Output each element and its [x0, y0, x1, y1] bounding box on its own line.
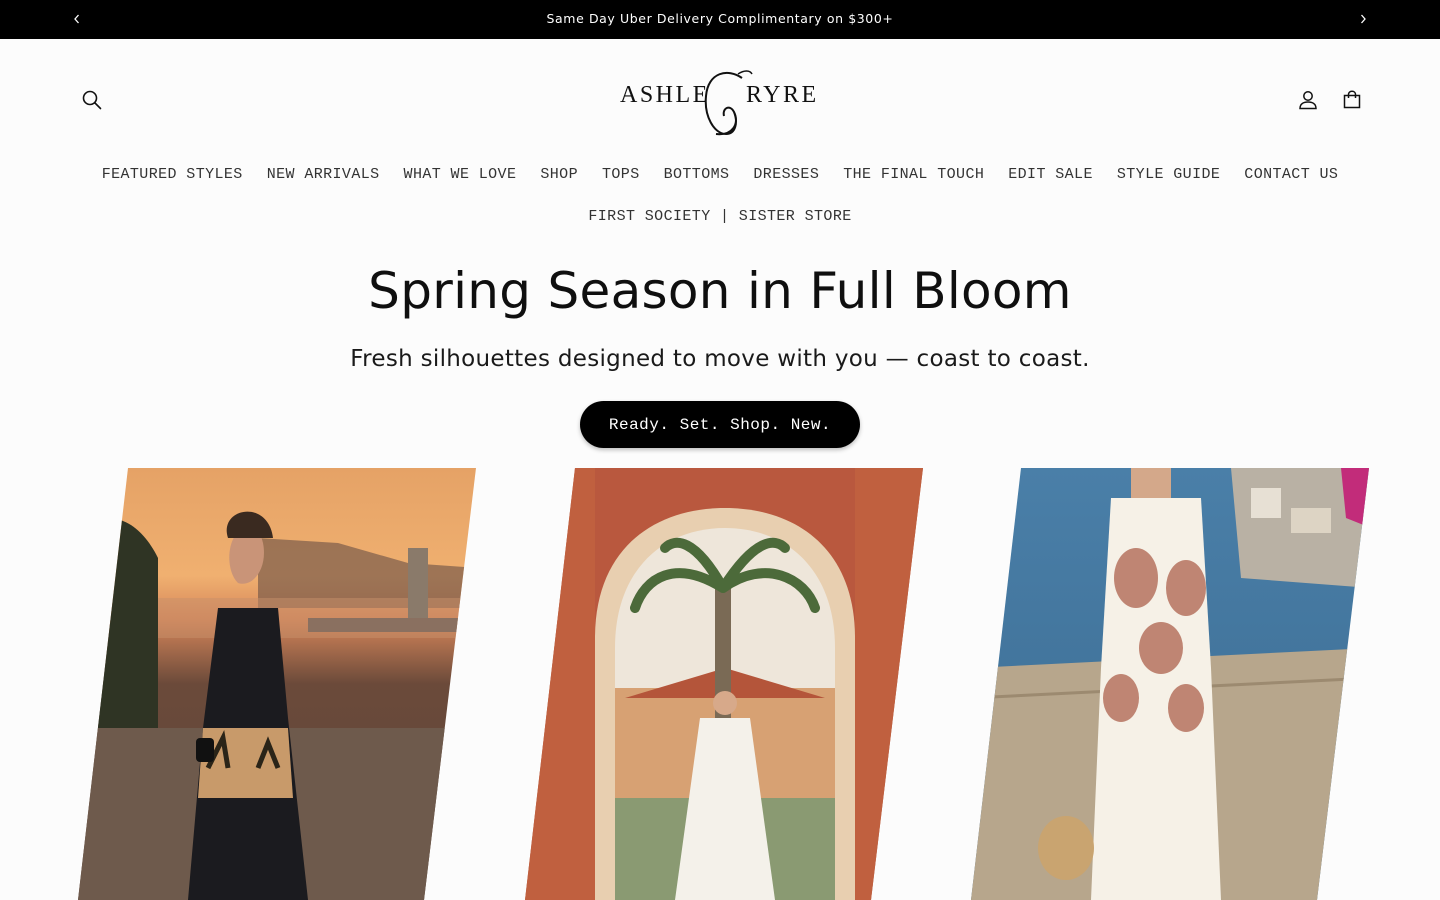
nav-featured-styles[interactable]: FEATURED STYLES	[102, 166, 243, 183]
svg-text:RYRE: RYRE	[746, 82, 819, 108]
cart-icon[interactable]	[1340, 88, 1364, 112]
main-nav: FEATURED STYLES NEW ARRIVALS WHAT WE LOV…	[0, 166, 1440, 183]
nav-dresses[interactable]: DRESSES	[753, 166, 819, 183]
nav-shop[interactable]: SHOP	[540, 166, 578, 183]
nav-tops[interactable]: TOPS	[602, 166, 640, 183]
nav-what-we-love[interactable]: WHAT WE LOVE	[404, 166, 517, 183]
announcement-text: Same Day Uber Delivery Complimentary on …	[546, 11, 894, 26]
brand-logo[interactable]: ASHLE RYRE	[610, 64, 830, 138]
nav-the-final-touch[interactable]: THE FINAL TOUCH	[843, 166, 984, 183]
nav-bottoms[interactable]: BOTTOMS	[664, 166, 730, 183]
svg-text:ASHLE: ASHLE	[620, 82, 710, 108]
account-icon[interactable]	[1296, 88, 1320, 112]
nav-contact-us[interactable]: CONTACT US	[1244, 166, 1338, 183]
product-image-seashell-dress[interactable]	[971, 468, 1371, 900]
secondary-nav: FIRST SOCIETY | SISTER STORE	[0, 208, 1440, 225]
search-icon[interactable]	[80, 88, 104, 112]
nav-edit-sale[interactable]: EDIT SALE	[1008, 166, 1093, 183]
nav-new-arrivals[interactable]: NEW ARRIVALS	[267, 166, 380, 183]
chevron-right-icon[interactable]	[1354, 10, 1372, 28]
hero-title: Spring Season in Full Bloom	[368, 262, 1072, 320]
nav-first-society-sister-store[interactable]: FIRST SOCIETY | SISTER STORE	[588, 208, 851, 225]
product-image-sunset-dress[interactable]	[78, 468, 478, 900]
nav-style-guide[interactable]: STYLE GUIDE	[1117, 166, 1220, 183]
product-image-palm-courtyard-dress[interactable]	[525, 468, 925, 900]
shop-new-button[interactable]: Ready. Set. Shop. New.	[580, 401, 860, 448]
hero-subtitle: Fresh silhouettes designed to move with …	[350, 346, 1090, 372]
announcement-bar: Same Day Uber Delivery Complimentary on …	[0, 0, 1440, 39]
